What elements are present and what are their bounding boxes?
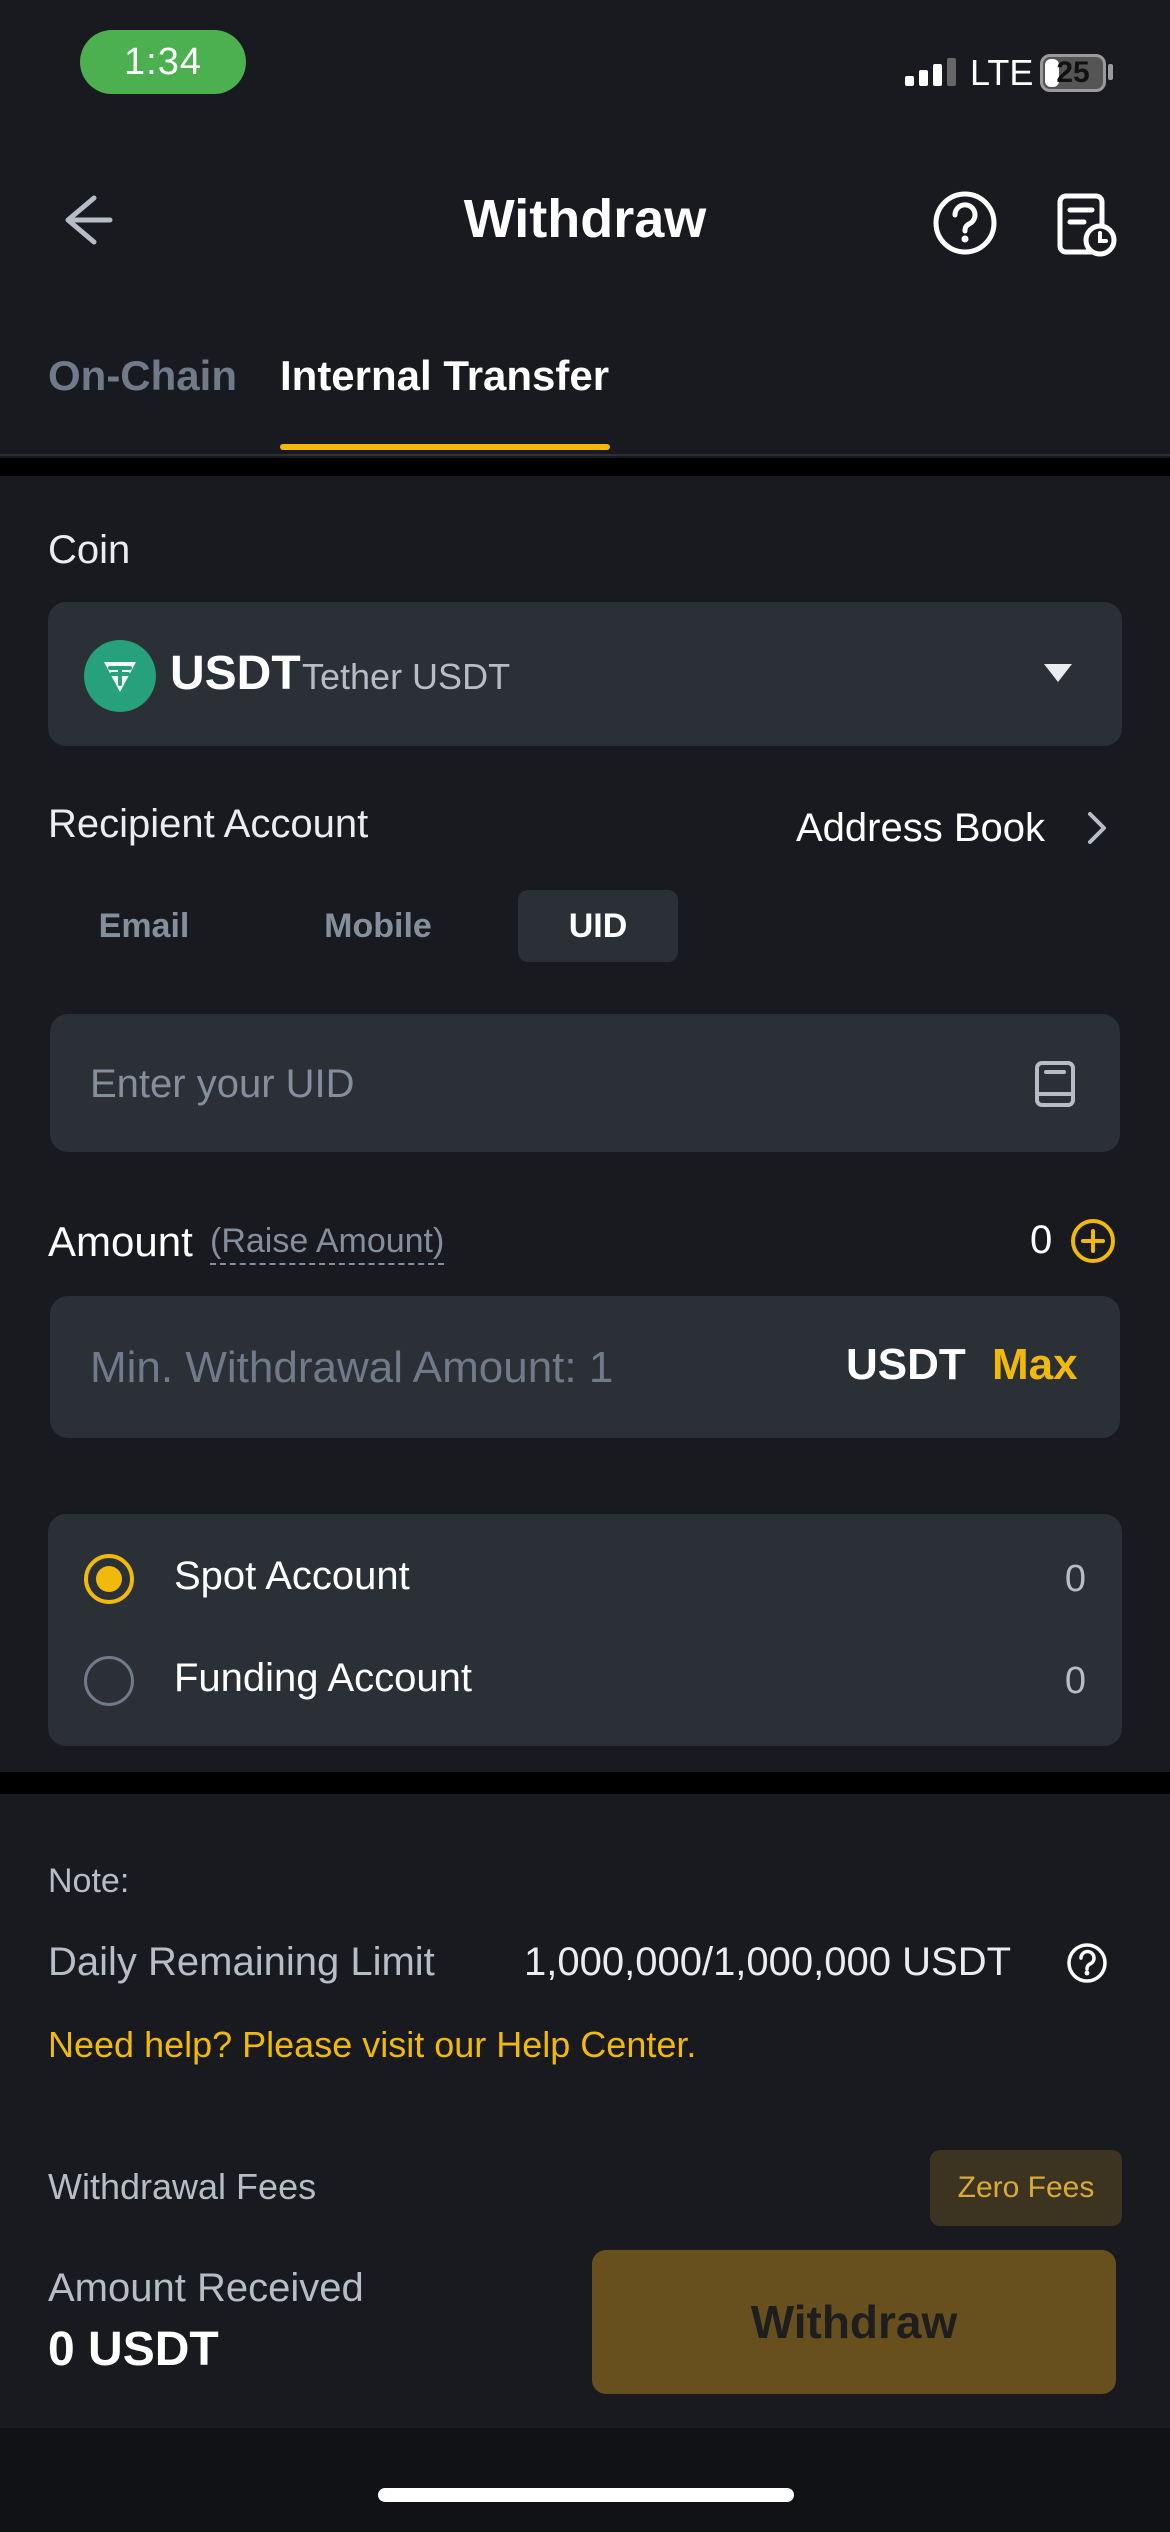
coin-label: Coin bbox=[48, 528, 131, 572]
daily-limit-label: Daily Remaining Limit bbox=[48, 1940, 435, 1984]
status-time: 1:34 bbox=[80, 30, 246, 94]
daily-limit-value: 1,000,000/1,000,000 USDT bbox=[524, 1940, 1012, 1984]
coin-full-name: Tether USDT bbox=[302, 656, 511, 697]
raise-amount-link[interactable]: (Raise Amount) bbox=[210, 1222, 445, 1265]
amount-received-value: 0 USDT bbox=[48, 2323, 219, 2376]
available-amount: 0 bbox=[1030, 1218, 1053, 1262]
chevron-right-icon[interactable] bbox=[1086, 810, 1108, 846]
source-account-selector bbox=[48, 1514, 1122, 1746]
radio-selected-dot bbox=[96, 1566, 122, 1592]
max-button[interactable]: Max bbox=[992, 1340, 1078, 1390]
section-divider bbox=[0, 458, 1170, 476]
plus-circle-icon[interactable] bbox=[1070, 1218, 1116, 1264]
uid-input[interactable] bbox=[88, 1050, 992, 1118]
section-divider bbox=[0, 1772, 1170, 1794]
spot-account-label[interactable]: Spot Account bbox=[174, 1554, 410, 1599]
address-book-link[interactable]: Address Book bbox=[796, 806, 1045, 851]
help-center-link[interactable]: Need help? Please visit our Help Center. bbox=[48, 2024, 696, 2066]
spot-account-radio[interactable] bbox=[84, 1554, 134, 1604]
recipient-account-label: Recipient Account bbox=[48, 802, 369, 846]
chevron-down-icon[interactable] bbox=[1044, 664, 1072, 682]
spot-account-balance: 0 bbox=[1064, 1558, 1086, 1600]
tether-icon bbox=[84, 640, 156, 712]
active-tab-indicator bbox=[280, 444, 610, 450]
question-circle-icon[interactable] bbox=[1066, 1942, 1108, 1984]
withdrawal-fees-label: Withdrawal Fees bbox=[48, 2166, 317, 2207]
recipient-method-mobile[interactable]: Mobile bbox=[282, 890, 474, 962]
funding-account-radio[interactable] bbox=[84, 1656, 134, 1706]
zero-fees-badge: Zero Fees bbox=[930, 2150, 1122, 2226]
note-heading: Note: bbox=[48, 1862, 130, 1900]
battery-level: 25 bbox=[1056, 56, 1090, 89]
question-circle-icon[interactable] bbox=[932, 190, 998, 256]
recipient-method-email[interactable]: Email bbox=[52, 890, 236, 962]
amount-input[interactable] bbox=[88, 1334, 832, 1402]
battery-icon: 25 bbox=[1040, 54, 1106, 92]
amount-unit: USDT bbox=[846, 1340, 966, 1389]
funding-account-label[interactable]: Funding Account bbox=[174, 1656, 472, 1701]
home-indicator[interactable] bbox=[378, 2488, 794, 2502]
funding-account-balance: 0 bbox=[1064, 1660, 1086, 1702]
network-type: LTE bbox=[970, 52, 1034, 93]
address-book-icon[interactable] bbox=[1032, 1060, 1078, 1108]
coin-symbol: USDT bbox=[170, 647, 301, 700]
amount-received-label: Amount Received bbox=[48, 2266, 364, 2310]
withdraw-button[interactable]: Withdraw bbox=[592, 2250, 1116, 2394]
signal-strength-icon bbox=[905, 58, 956, 86]
tabs-divider bbox=[0, 454, 1170, 456]
battery-cap bbox=[1108, 64, 1113, 80]
recipient-method-uid[interactable]: UID bbox=[518, 890, 678, 962]
tab-on-chain[interactable]: On-Chain bbox=[48, 352, 237, 400]
history-record-icon[interactable] bbox=[1056, 192, 1118, 258]
bottom-safe-area bbox=[0, 2428, 1170, 2532]
amount-label: Amount bbox=[48, 1218, 193, 1265]
tab-internal-transfer[interactable]: Internal Transfer bbox=[280, 352, 609, 400]
